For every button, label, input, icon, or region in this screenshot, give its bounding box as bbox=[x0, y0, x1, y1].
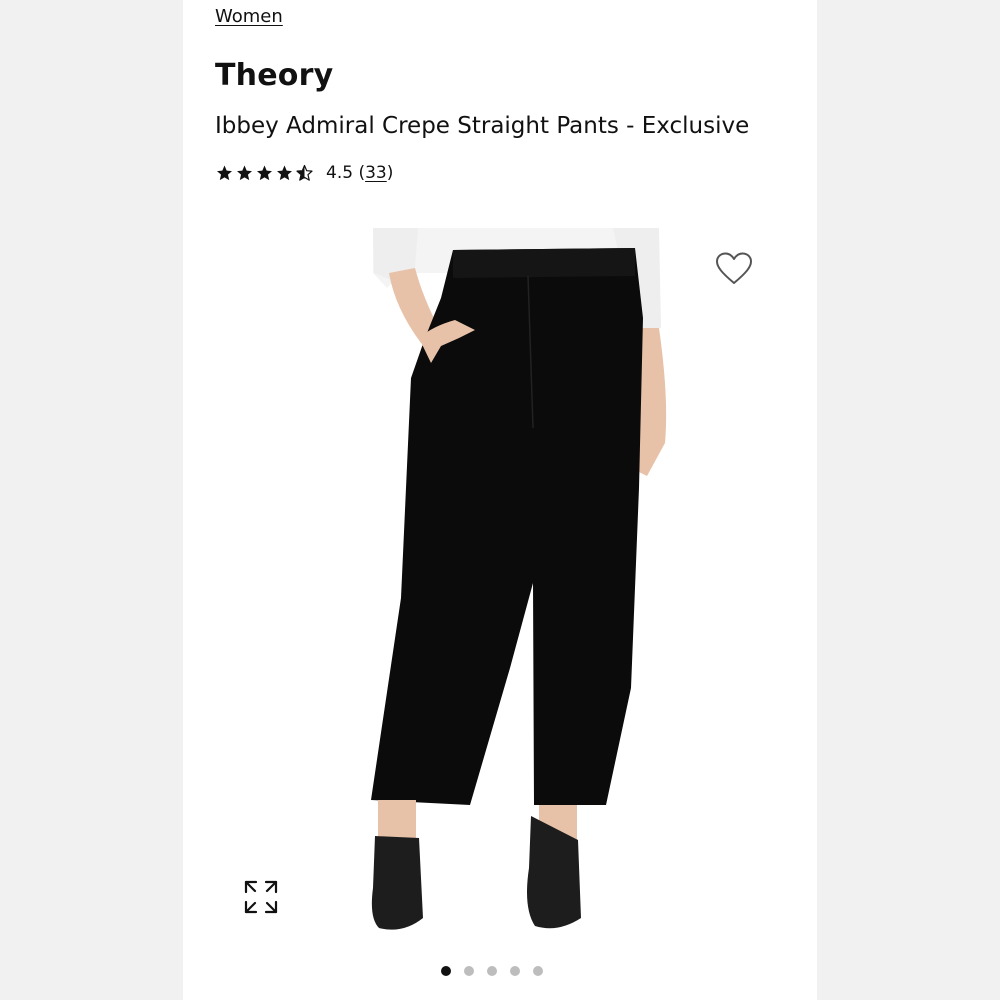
rating-stars bbox=[215, 164, 314, 182]
product-panel: Women Theory Ibbey Admiral Crepe Straigh… bbox=[183, 0, 817, 1000]
expand-image-button[interactable] bbox=[241, 877, 281, 917]
star-icon bbox=[277, 165, 292, 181]
background-right bbox=[817, 0, 1000, 1000]
review-count-link[interactable]: 33 bbox=[365, 163, 387, 183]
star-icon bbox=[257, 165, 272, 181]
left-shoe bbox=[371, 836, 423, 930]
wishlist-button[interactable] bbox=[714, 251, 754, 287]
breadcrumb-women-link[interactable]: Women bbox=[215, 6, 283, 27]
star-icon bbox=[217, 165, 232, 181]
rating-row: 4.5 (33) bbox=[215, 160, 393, 186]
rating-value: 4.5 bbox=[326, 163, 354, 183]
brand-name[interactable]: Theory bbox=[215, 58, 333, 93]
carousel-dot-5[interactable] bbox=[533, 966, 543, 976]
carousel-dot-2[interactable] bbox=[464, 966, 474, 976]
expand-icon bbox=[244, 880, 278, 914]
star-half-icon bbox=[296, 164, 313, 181]
background-left bbox=[0, 0, 183, 1000]
product-title: Ibbey Admiral Crepe Straight Pants - Exc… bbox=[215, 113, 750, 139]
carousel-dot-1[interactable] bbox=[441, 966, 451, 976]
star-icon bbox=[237, 165, 252, 181]
carousel-dot-4[interactable] bbox=[510, 966, 520, 976]
product-photo-illustration bbox=[183, 228, 817, 944]
carousel-dot-3[interactable] bbox=[487, 966, 497, 976]
carousel-pagination bbox=[441, 966, 543, 976]
product-image[interactable] bbox=[183, 228, 817, 944]
heart-outline-icon bbox=[716, 252, 752, 284]
